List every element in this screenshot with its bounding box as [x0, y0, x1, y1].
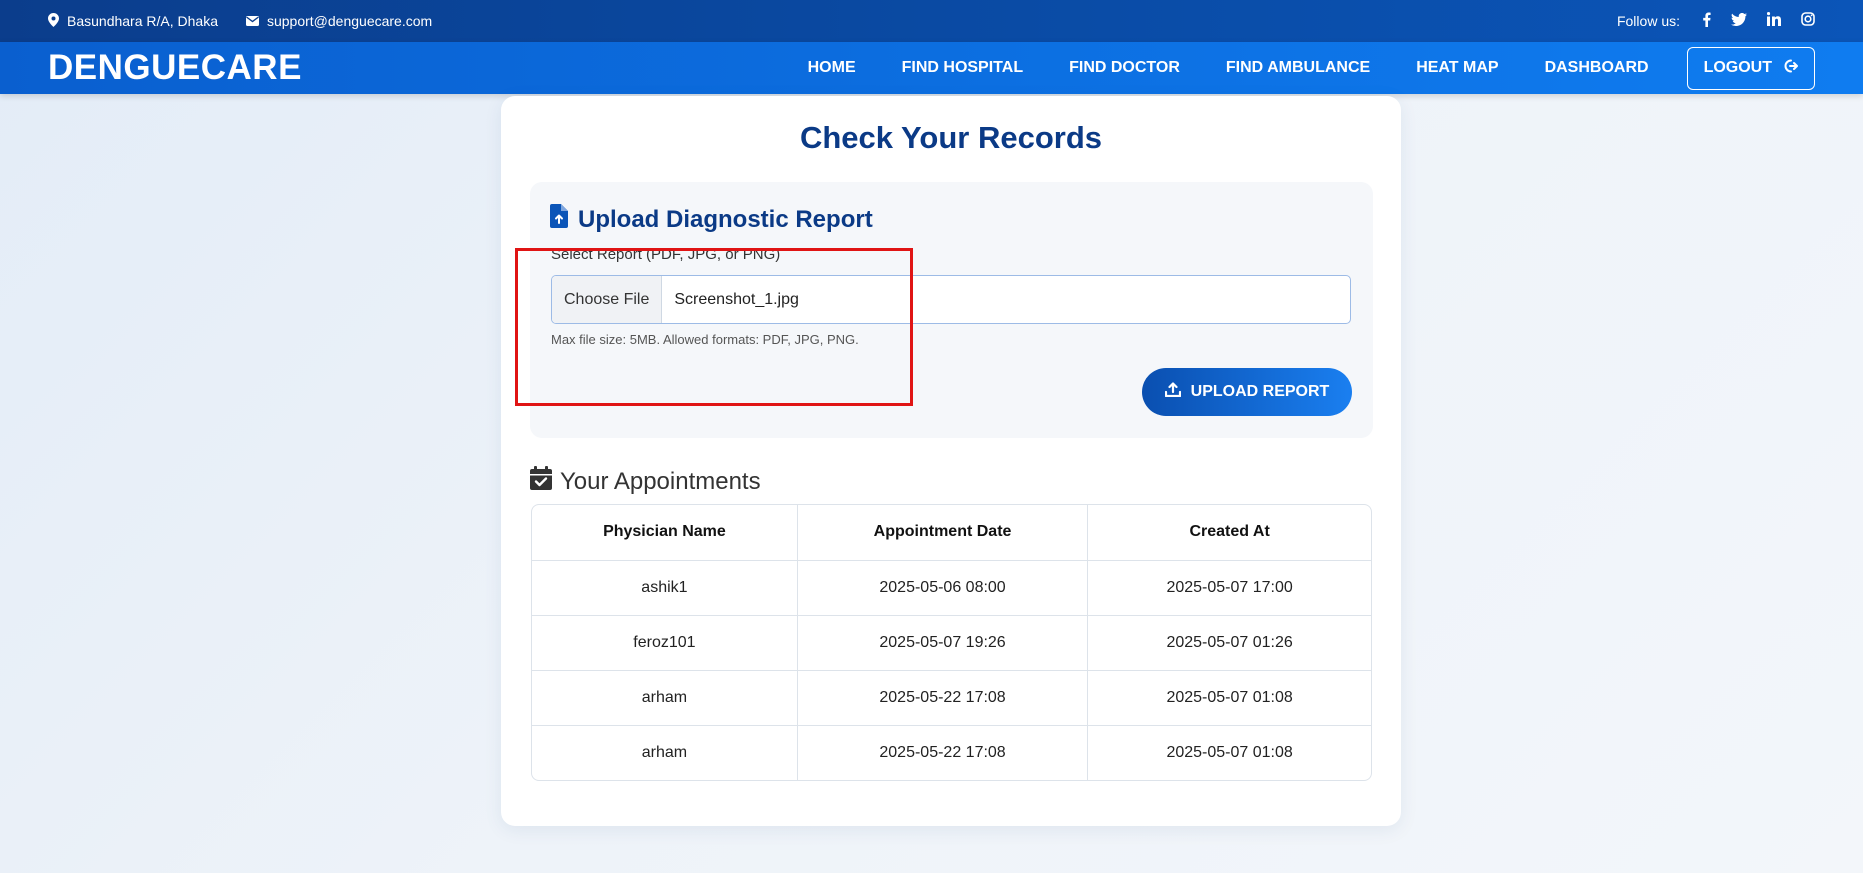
- calendar-check-icon: [530, 466, 552, 497]
- created-at-cell: 2025-05-07 01:08: [1166, 743, 1293, 761]
- email-info: support@denguecare.com: [245, 13, 432, 29]
- nav-find-ambulance[interactable]: FIND AMBULANCE: [1226, 59, 1370, 77]
- logout-icon: [1782, 58, 1798, 79]
- main-navbar: DENGUECARE HOME FIND HOSPITAL FIND DOCTO…: [0, 42, 1863, 94]
- upload-report-button[interactable]: UPLOAD REPORT: [1142, 368, 1352, 416]
- instagram-icon[interactable]: [1801, 12, 1815, 30]
- physician-cell: feroz101: [532, 615, 798, 671]
- appointment-date-cell: 2025-05-22 17:08: [797, 725, 1089, 780]
- nav-heat-map[interactable]: HEAT MAP: [1416, 59, 1498, 77]
- appointment-date-cell: 2025-05-07 19:26: [797, 615, 1089, 671]
- created-at-cell: 2025-05-07 01:08: [1087, 670, 1371, 726]
- facebook-icon[interactable]: [1702, 12, 1711, 31]
- social-follow: Follow us:: [1617, 12, 1815, 31]
- table-row: feroz101 2025-05-07 19:26 2025-05-07 01:…: [532, 615, 1371, 671]
- nav-links: HOME FIND HOSPITAL FIND DOCTOR FIND AMBU…: [808, 46, 1815, 90]
- created-at-cell: 2025-05-07 17:00: [1087, 560, 1371, 616]
- physician-cell: ashik1: [532, 560, 798, 616]
- appointments-table: Physician Name Appointment Date Created …: [531, 504, 1372, 781]
- upload-heading-text: Upload Diagnostic Report: [578, 205, 873, 233]
- top-info-bar: Basundhara R/A, Dhaka support@denguecare…: [0, 0, 1863, 42]
- appointments-heading: Your Appointments: [530, 466, 761, 497]
- brand-logo[interactable]: DENGUECARE: [48, 48, 302, 88]
- location-info: Basundhara R/A, Dhaka: [48, 12, 218, 30]
- contact-info: Basundhara R/A, Dhaka support@denguecare…: [48, 12, 432, 30]
- file-upload-icon: [550, 204, 568, 235]
- nav-home[interactable]: HOME: [808, 59, 856, 77]
- physician-cell: arham: [532, 670, 798, 726]
- appointment-date-cell: 2025-05-06 08:00: [797, 560, 1089, 616]
- map-pin-icon: [48, 12, 59, 30]
- appointments-heading-text: Your Appointments: [560, 467, 761, 495]
- table-row: arham 2025-05-22 17:08 2025-05-07 01:08: [532, 725, 1371, 780]
- records-card: Check Your Records Upload Diagnostic Rep…: [501, 96, 1401, 826]
- twitter-icon[interactable]: [1731, 12, 1747, 30]
- upload-icon: [1164, 382, 1181, 402]
- table-header-row: Physician Name Appointment Date Created …: [532, 505, 1371, 561]
- page-title: Check Your Records: [799, 120, 1103, 155]
- column-header-physician: Physician Name: [532, 505, 798, 561]
- location-text: Basundhara R/A, Dhaka: [67, 13, 218, 29]
- linkedin-icon[interactable]: [1766, 12, 1781, 30]
- logout-button[interactable]: LOGOUT: [1686, 46, 1815, 90]
- created-at-cell: 2025-05-07 01:26: [1087, 615, 1371, 671]
- highlight-annotation-box: [515, 248, 913, 406]
- upload-heading: Upload Diagnostic Report: [550, 204, 873, 235]
- email-text[interactable]: support@denguecare.com: [267, 13, 432, 29]
- follow-label: Follow us:: [1616, 13, 1680, 29]
- nav-find-doctor[interactable]: FIND DOCTOR: [1069, 59, 1180, 77]
- social-links: [1702, 12, 1815, 31]
- appointment-date-cell: 2025-05-22 17:08: [797, 670, 1089, 726]
- column-header-created-at: Created At: [1087, 505, 1371, 561]
- table-row: arham 2025-05-22 17:08 2025-05-07 01:08: [532, 670, 1371, 726]
- logout-label: LOGOUT: [1703, 59, 1772, 76]
- table-row: ashik1 2025-05-06 08:00 2025-05-07 17:00: [532, 560, 1371, 616]
- physician-cell: arham: [532, 725, 798, 780]
- nav-dashboard[interactable]: DASHBOARD: [1545, 59, 1649, 77]
- nav-find-hospital[interactable]: FIND HOSPITAL: [902, 59, 1023, 77]
- envelope-icon: [245, 13, 259, 29]
- upload-report-label: UPLOAD REPORT: [1190, 383, 1330, 400]
- column-header-appointment-date: Appointment Date: [797, 505, 1089, 561]
